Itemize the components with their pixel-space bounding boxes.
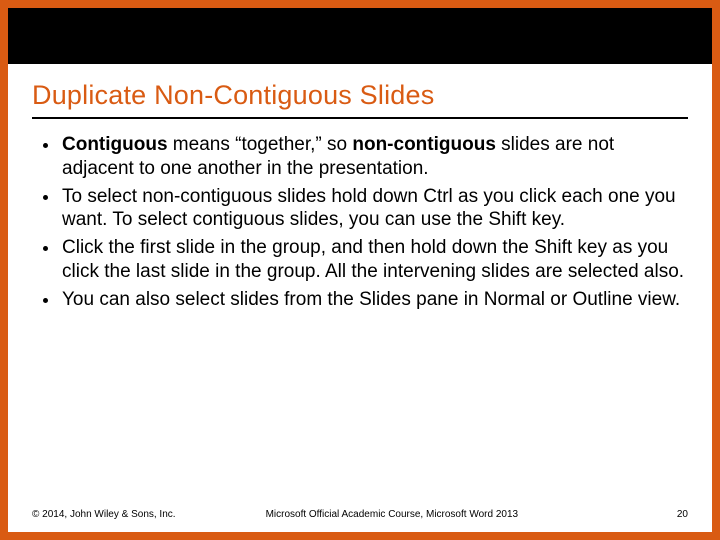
- title-underline: [32, 117, 688, 119]
- list-item: You can also select slides from the Slid…: [60, 288, 688, 312]
- bullet-list: Contiguous means “together,” so non-cont…: [32, 133, 688, 311]
- header-black-bar: [8, 8, 712, 64]
- list-item: Click the first slide in the group, and …: [60, 236, 688, 284]
- slide-frame: Duplicate Non-Contiguous Slides Contiguo…: [0, 0, 720, 540]
- footer-course: Microsoft Official Academic Course, Micr…: [176, 509, 664, 520]
- slide-title: Duplicate Non-Contiguous Slides: [32, 80, 688, 111]
- list-item: Contiguous means “together,” so non-cont…: [60, 133, 688, 181]
- footer: © 2014, John Wiley & Sons, Inc. Microsof…: [8, 509, 712, 520]
- bullet-bold-mid: non-contiguous: [352, 134, 496, 155]
- list-item: To select non-contiguous slides hold dow…: [60, 185, 688, 233]
- page-number: 20: [664, 509, 688, 520]
- content-area: Duplicate Non-Contiguous Slides Contiguo…: [8, 64, 712, 311]
- footer-copyright: © 2014, John Wiley & Sons, Inc.: [32, 509, 176, 520]
- bullet-bold-prefix: Contiguous: [62, 134, 168, 155]
- bullet-text: means “together,” so: [168, 134, 353, 155]
